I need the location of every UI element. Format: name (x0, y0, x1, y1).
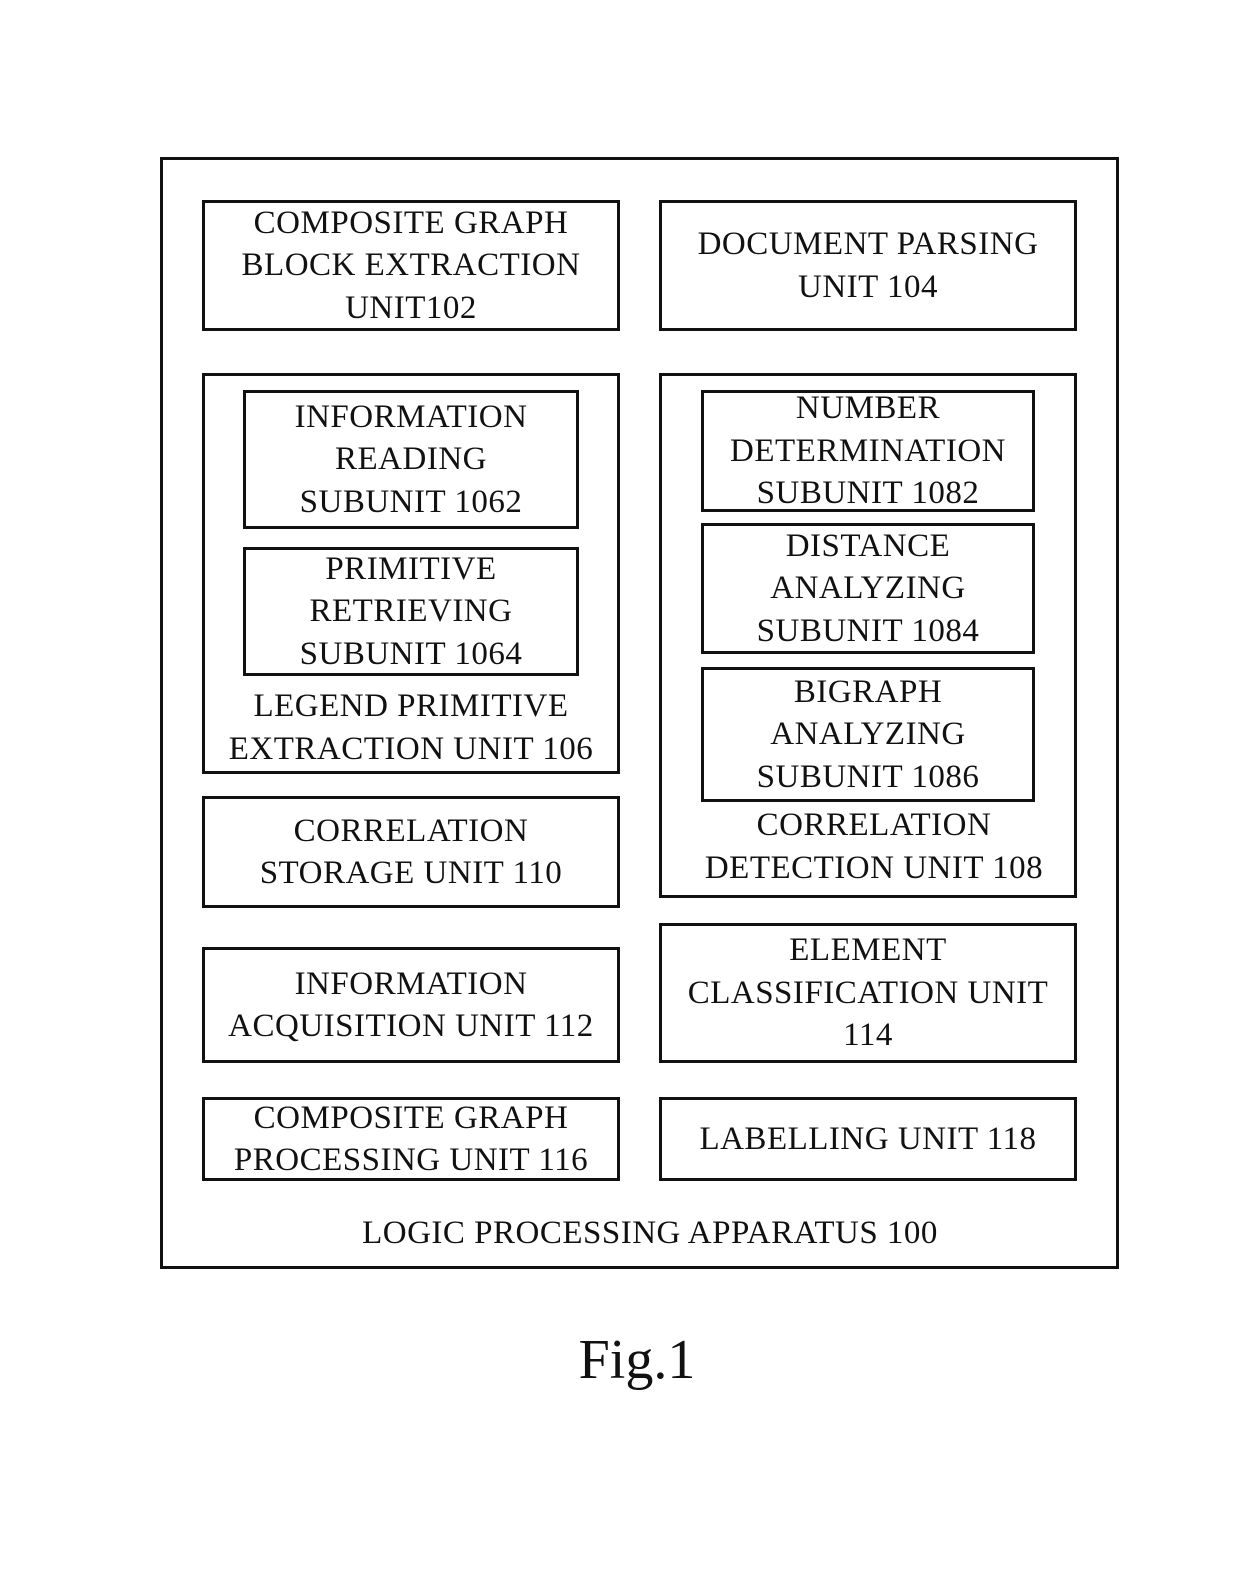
bigraph-analyzing-label: BIGRAPH ANALYZING SUBUNIT 1086 (756, 673, 980, 795)
document-parsing-label: DOCUMENT PARSING UNIT 104 (697, 226, 1039, 305)
bigraph-analyzing-subunit: BIGRAPH ANALYZING SUBUNIT 1086 (701, 667, 1035, 802)
primitive-retrieving-label: PRIMITIVE RETRIEVING SUBUNIT 1064 (299, 550, 523, 672)
labelling-unit: LABELLING UNIT 118 (659, 1097, 1077, 1181)
legend-primitive-extraction-label: LEGEND PRIMITIVE EXTRACTION UNIT 106 (228, 688, 594, 767)
element-classification-label: ELEMENT CLASSIFICATION UNIT 114 (687, 932, 1049, 1054)
information-reading-subunit: INFORMATION READING SUBUNIT 1062 (243, 390, 579, 529)
correlation-detection-label: CORRELATION DETECTION UNIT 108 (704, 807, 1044, 886)
primitive-retrieving-subunit: PRIMITIVE RETRIEVING SUBUNIT 1064 (243, 547, 579, 676)
number-determination-label: NUMBER DETERMINATION SUBUNIT 1082 (730, 390, 1006, 512)
distance-analyzing-label: DISTANCE ANALYZING SUBUNIT 1084 (756, 527, 980, 649)
figure-label: Fig.1 (578, 1329, 696, 1391)
correlation-storage-label: CORRELATION STORAGE UNIT 110 (259, 812, 563, 892)
number-determination-subunit: NUMBER DETERMINATION SUBUNIT 1082 (701, 390, 1035, 512)
labelling-label: LABELLING UNIT 118 (699, 1120, 1037, 1157)
composite-graph-processing-label: COMPOSITE GRAPH PROCESSING UNIT 116 (233, 1099, 589, 1179)
composite-graph-processing-unit: COMPOSITE GRAPH PROCESSING UNIT 116 (202, 1097, 620, 1181)
distance-analyzing-subunit: DISTANCE ANALYZING SUBUNIT 1084 (701, 523, 1035, 654)
composite-graph-block-extraction-unit: COMPOSITE GRAPH BLOCK EXTRACTION UNIT102 (202, 200, 620, 331)
information-acquisition-label: INFORMATION ACQUISITION UNIT 112 (228, 965, 594, 1045)
document-parsing-unit: DOCUMENT PARSING UNIT 104 (659, 200, 1077, 331)
apparatus-caption: LOGIC PROCESSING APPARATUS 100 (362, 1215, 938, 1251)
composite-graph-block-extraction-label: COMPOSITE GRAPH BLOCK EXTRACTION UNIT102 (241, 204, 581, 326)
correlation-storage-unit: CORRELATION STORAGE UNIT 110 (202, 796, 620, 908)
element-classification-unit: ELEMENT CLASSIFICATION UNIT 114 (659, 923, 1077, 1063)
information-acquisition-unit: INFORMATION ACQUISITION UNIT 112 (202, 947, 620, 1063)
information-reading-label: INFORMATION READING SUBUNIT 1062 (294, 398, 528, 520)
